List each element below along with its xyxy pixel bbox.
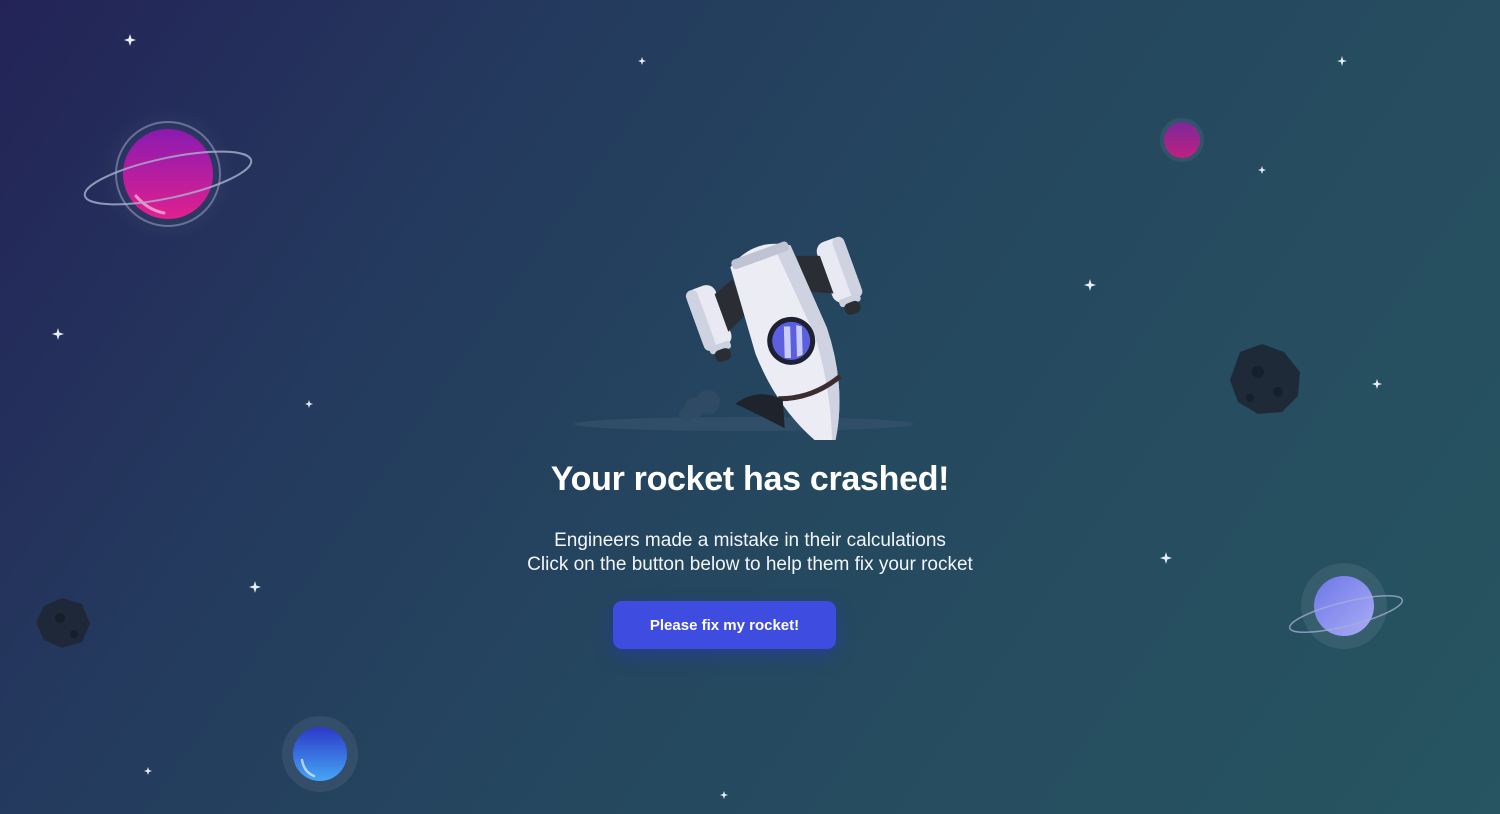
page-title: Your rocket has crashed!	[550, 460, 950, 498]
error-content: Your rocket has crashed! Engineers made …	[0, 0, 1500, 814]
error-page: Your rocket has crashed! Engineers made …	[0, 0, 1500, 814]
error-message-line-1: Engineers made a mistake in their calcul…	[554, 530, 946, 551]
fix-rocket-button[interactable]: Please fix my rocket!	[613, 601, 836, 649]
error-message-line-2: Click on the button below to help them f…	[527, 554, 973, 575]
